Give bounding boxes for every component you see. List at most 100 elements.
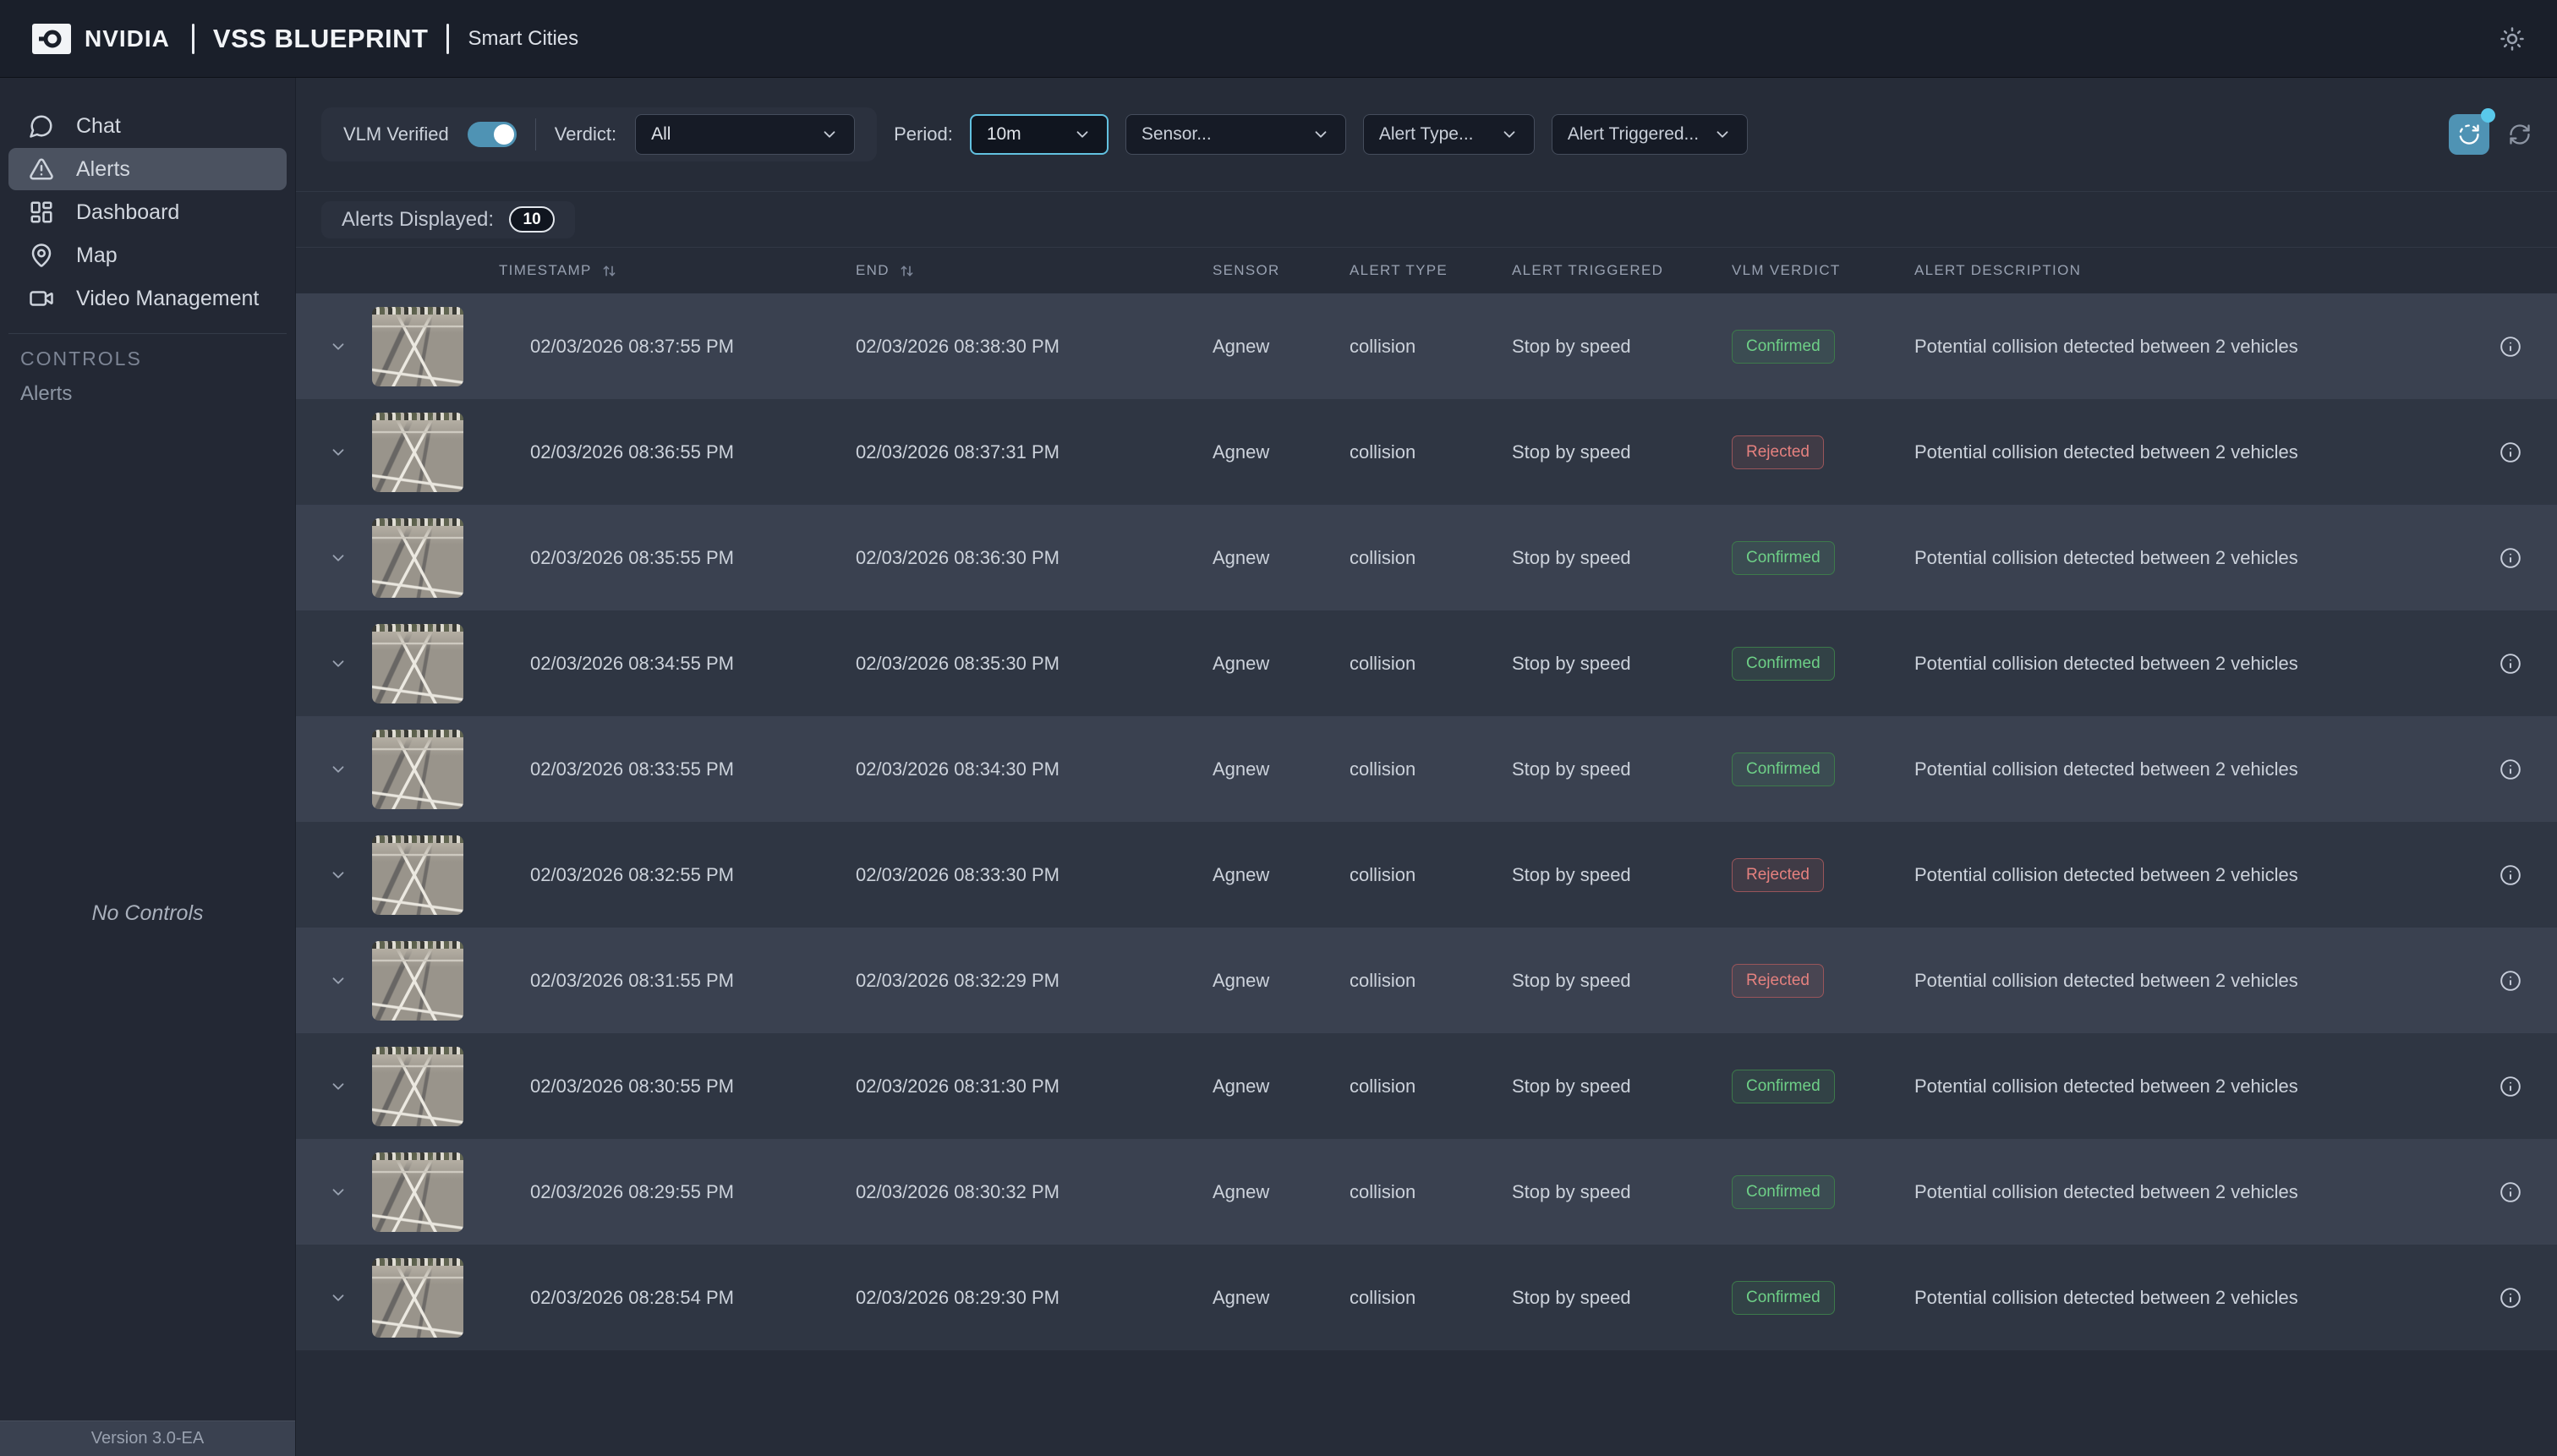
theme-toggle-sun-icon[interactable] — [2500, 26, 2525, 52]
alert-thumbnail[interactable] — [372, 623, 463, 703]
info-icon[interactable] — [2500, 1287, 2521, 1309]
info-cell — [2498, 336, 2532, 358]
timestamp-cell: 02/03/2026 08:34:55 PM — [530, 652, 734, 674]
info-icon[interactable] — [2500, 970, 2521, 992]
chevron-down-icon[interactable] — [329, 866, 348, 884]
filter-divider — [534, 118, 536, 151]
chevron-down-icon[interactable] — [329, 443, 348, 462]
alert-thumbnail[interactable] — [372, 729, 463, 809]
vlm-verdict-badge: Confirmed — [1732, 1280, 1835, 1315]
table-row[interactable]: 02/03/2026 08:32:55 PM 02/03/2026 08:33:… — [296, 822, 2557, 928]
info-icon[interactable] — [2500, 758, 2521, 780]
alert-triangle-icon — [29, 156, 54, 182]
alert-thumbnail[interactable] — [372, 1046, 463, 1126]
vlm-verdict-badge: Rejected — [1732, 963, 1824, 998]
info-icon[interactable] — [2500, 1076, 2521, 1097]
sensor-select[interactable]: Sensor... — [1125, 114, 1346, 155]
table-row[interactable]: 02/03/2026 08:29:55 PM 02/03/2026 08:30:… — [296, 1139, 2557, 1245]
info-icon[interactable] — [2500, 547, 2521, 569]
alert-type-select[interactable]: Alert Type... — [1362, 114, 1535, 155]
period-label: Period: — [894, 123, 953, 145]
vlm-verified-toggle[interactable] — [467, 122, 517, 147]
thumbnail-cell — [355, 729, 499, 809]
table-row[interactable]: 02/03/2026 08:28:54 PM 02/03/2026 08:29:… — [296, 1245, 2557, 1350]
thumbnail-cell — [355, 517, 499, 598]
column-header-alert-description: ALERT DESCRIPTION — [1914, 262, 2082, 278]
info-icon[interactable] — [2500, 653, 2521, 675]
table-row[interactable]: 02/03/2026 08:35:55 PM 02/03/2026 08:36:… — [296, 505, 2557, 610]
sidebar-item-video-management[interactable]: Video Management — [8, 277, 287, 320]
alert-thumbnail[interactable] — [372, 306, 463, 386]
table-row[interactable]: 02/03/2026 08:36:55 PM 02/03/2026 08:37:… — [296, 399, 2557, 505]
alert-type-cell: collision — [1350, 652, 1416, 674]
table-row[interactable]: 02/03/2026 08:33:55 PM 02/03/2026 08:34:… — [296, 716, 2557, 822]
sidebar-item-alerts[interactable]: Alerts — [8, 148, 287, 190]
alert-thumbnail[interactable] — [372, 412, 463, 492]
vlm-verdict-badge: Confirmed — [1732, 1069, 1835, 1103]
thumbnail-cell — [355, 1046, 499, 1126]
table-row[interactable]: 02/03/2026 08:31:55 PM 02/03/2026 08:32:… — [296, 928, 2557, 1033]
refresh-icon[interactable] — [2508, 123, 2532, 146]
chevron-down-icon[interactable] — [329, 760, 348, 779]
alert-triggered-cell: Stop by speed — [1512, 652, 1631, 674]
alert-thumbnail[interactable] — [372, 940, 463, 1021]
sidebar-item-chat[interactable]: Chat — [8, 105, 287, 147]
table-row[interactable]: 02/03/2026 08:30:55 PM 02/03/2026 08:31:… — [296, 1033, 2557, 1139]
nvidia-logo: NVIDIA — [32, 23, 170, 54]
alert-triggered-cell: Stop by speed — [1512, 1180, 1631, 1202]
column-header-sensor: SENSOR — [1213, 262, 1280, 278]
end-cell: 02/03/2026 08:29:30 PM — [856, 1286, 1059, 1308]
chevron-down-icon[interactable] — [329, 972, 348, 990]
chevron-down-icon[interactable] — [329, 654, 348, 673]
chevron-down-icon[interactable] — [329, 1077, 348, 1096]
chevron-down-icon[interactable] — [329, 337, 348, 356]
column-header-alert-type: ALERT TYPE — [1350, 262, 1448, 278]
description-cell: Potential collision detected between 2 v… — [1914, 1286, 2298, 1308]
alert-thumbnail[interactable] — [372, 517, 463, 598]
alert-thumbnail[interactable] — [372, 835, 463, 915]
sidebar-item-label: Dashboard — [76, 200, 180, 224]
chevron-down-icon[interactable] — [329, 1183, 348, 1201]
sidebar-item-dashboard[interactable]: Dashboard — [8, 191, 287, 233]
info-icon[interactable] — [2500, 441, 2521, 463]
controls-alerts-label: Alerts — [20, 382, 73, 405]
thumbnail-cell — [355, 306, 499, 386]
table-header: TIMESTAMP END SENSOR ALERT TYPE ALERT TR… — [296, 248, 2557, 293]
rotate-cw-icon — [2457, 123, 2481, 146]
alert-triggered-select[interactable]: Alert Triggered... — [1551, 114, 1748, 155]
column-header-timestamp[interactable]: TIMESTAMP — [499, 262, 856, 280]
alert-thumbnail[interactable] — [372, 1257, 463, 1338]
vlm-verdict-badge: Rejected — [1732, 857, 1824, 892]
vlm-verdict-cell: Confirmed — [1732, 752, 1914, 786]
vlm-verdict-badge: Confirmed — [1732, 540, 1835, 575]
sort-icon[interactable] — [600, 262, 618, 280]
alerts-displayed-bar: Alerts Displayed: 10 — [296, 192, 2557, 248]
period-select[interactable]: 10m — [969, 114, 1109, 155]
auto-refresh-button[interactable] — [2449, 108, 2495, 155]
chevron-down-icon — [820, 125, 839, 144]
version-text: Version 3.0-EA — [90, 1429, 205, 1448]
row-expand-cell — [321, 1077, 355, 1096]
info-icon[interactable] — [2500, 864, 2521, 886]
verdict-select[interactable]: All — [635, 114, 856, 155]
info-cell — [2498, 1287, 2532, 1309]
table-row[interactable]: 02/03/2026 08:34:55 PM 02/03/2026 08:35:… — [296, 610, 2557, 716]
sidebar: Chat Alerts Dashboard Map Video Manageme… — [0, 78, 296, 1456]
sort-icon[interactable] — [898, 262, 916, 280]
description-cell: Potential collision detected between 2 v… — [1914, 335, 2298, 357]
info-icon[interactable] — [2500, 336, 2521, 358]
end-cell: 02/03/2026 08:32:29 PM — [856, 969, 1059, 991]
chevron-down-icon[interactable] — [329, 549, 348, 567]
chevron-down-icon — [1713, 125, 1732, 144]
sensor-cell: Agnew — [1213, 758, 1270, 780]
chevron-down-icon[interactable] — [329, 1289, 348, 1307]
sidebar-item-map[interactable]: Map — [8, 234, 287, 276]
row-expand-cell — [321, 866, 355, 884]
alert-thumbnail[interactable] — [372, 1152, 463, 1232]
table-row[interactable]: 02/03/2026 08:37:55 PM 02/03/2026 08:38:… — [296, 293, 2557, 399]
info-icon[interactable] — [2500, 1181, 2521, 1203]
alert-type-cell: collision — [1350, 1180, 1416, 1202]
end-cell: 02/03/2026 08:30:32 PM — [856, 1180, 1059, 1202]
titlebar-divider — [446, 23, 450, 54]
column-header-end[interactable]: END — [856, 262, 1213, 280]
